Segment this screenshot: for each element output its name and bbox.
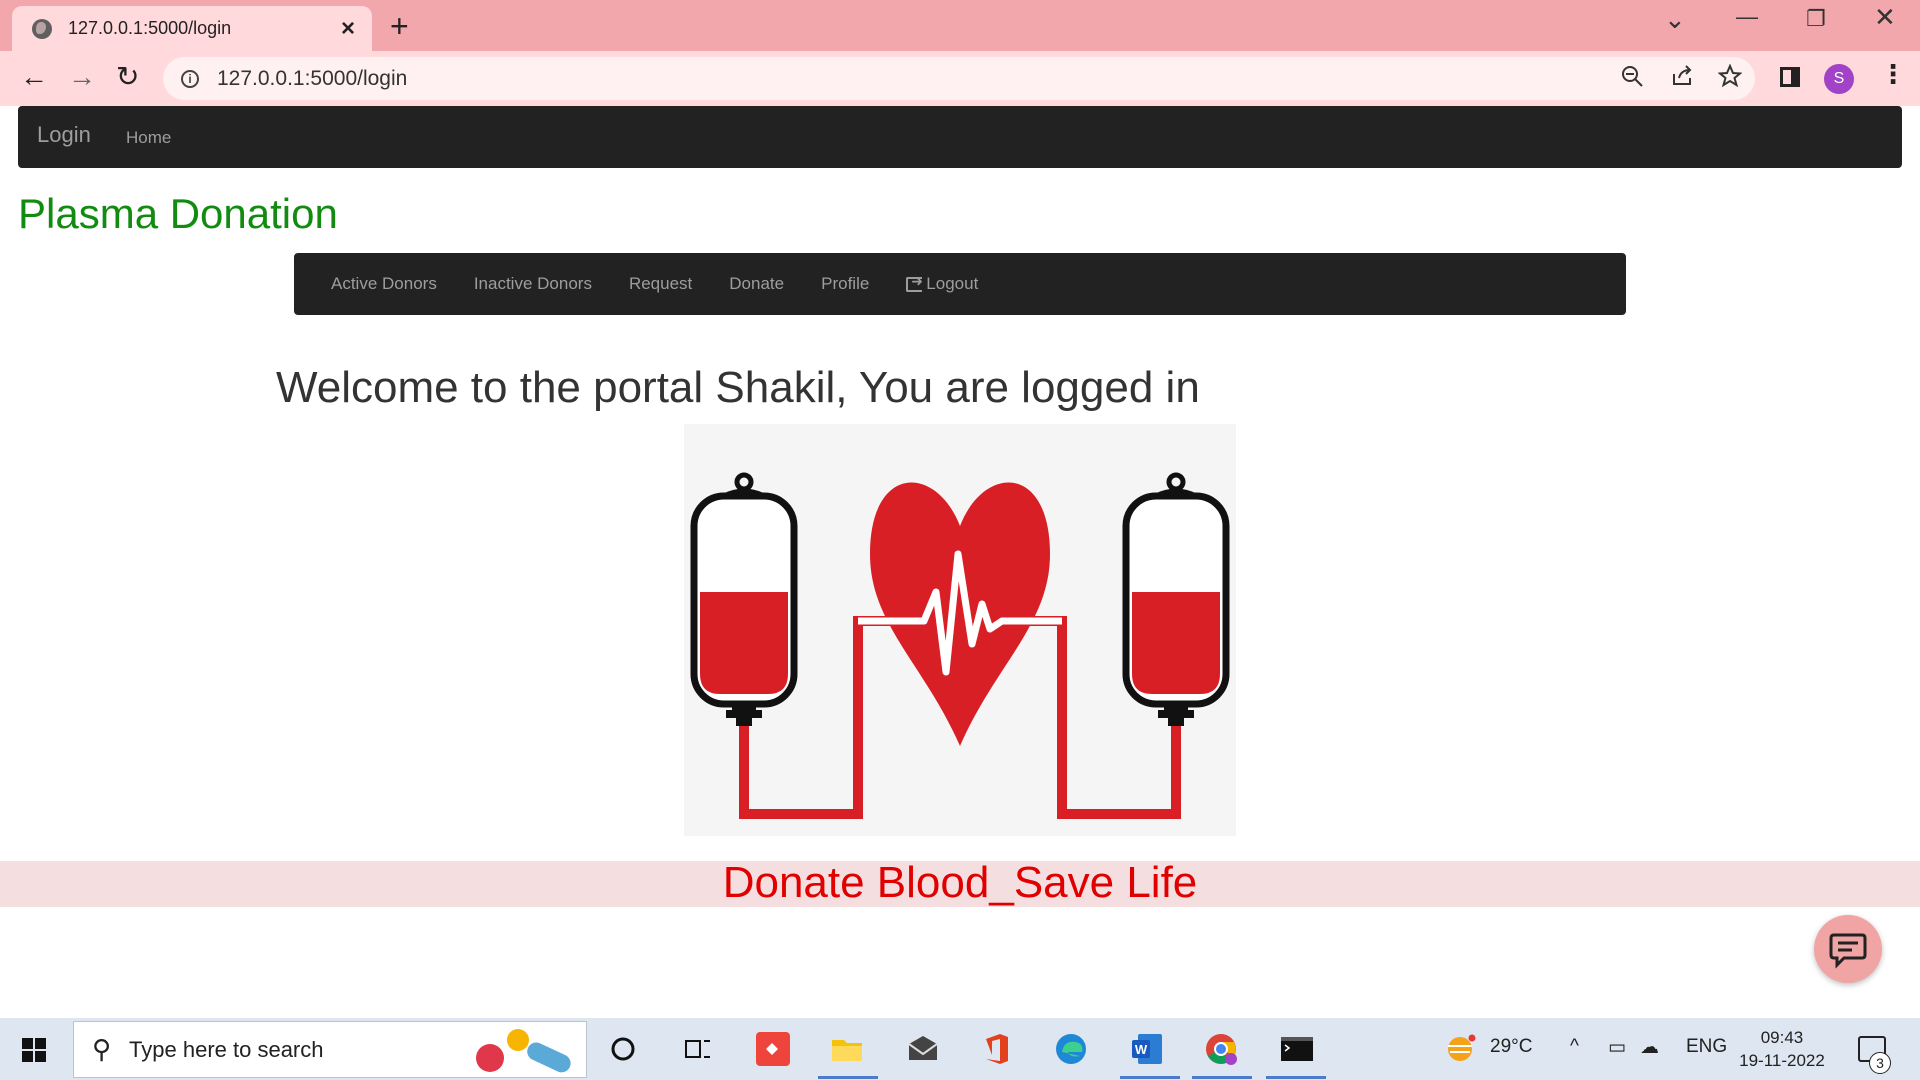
site-title: Plasma Donation	[18, 190, 338, 237]
chrome-active-indicator	[1192, 1076, 1252, 1079]
chrome-icon[interactable]	[1204, 1032, 1238, 1066]
network-icon[interactable]: ☁	[1640, 1036, 1659, 1059]
file-explorer-icon[interactable]	[830, 1032, 864, 1066]
svg-text:W: W	[1135, 1042, 1148, 1057]
tab-search-icon[interactable]: ⌄	[1664, 4, 1686, 35]
anydesk-icon[interactable]	[756, 1032, 790, 1066]
weather-sun-icon[interactable]	[1444, 1032, 1478, 1066]
search-highlight-icon	[476, 1029, 571, 1073]
address-bar[interactable]: i 127.0.0.1:5000/login	[163, 57, 1755, 100]
menu-donate[interactable]: Donate	[729, 274, 784, 294]
chat-icon	[1829, 933, 1867, 969]
browser-menu-icon[interactable]: ⋮	[1880, 61, 1906, 87]
restore-button[interactable]: ❐	[1806, 6, 1826, 32]
clock-date: 19-11-2022	[1739, 1051, 1825, 1070]
welcome-message: Welcome to the portal Shakil, You are lo…	[276, 363, 1200, 412]
terminal-active-indicator	[1266, 1076, 1326, 1079]
zoom-icon[interactable]	[1620, 64, 1644, 88]
taskbar-search[interactable]: ⚲ Type here to search	[73, 1021, 587, 1078]
windows-taskbar: ⚲ Type here to search W 29°C ^ ▭ ☁ ENG 0…	[0, 1018, 1920, 1080]
logout-icon	[906, 273, 923, 292]
slogan-text: Donate Blood_Save Life	[722, 858, 1198, 907]
notification-badge: 3	[1869, 1052, 1891, 1074]
browser-tab-active[interactable]: 127.0.0.1:5000/login ×	[12, 6, 372, 51]
reload-button[interactable]: ↻	[116, 63, 139, 91]
page-viewport: Login Home Plasma Donation Active Donors…	[0, 106, 1920, 1018]
search-icon: ⚲	[92, 1034, 112, 1064]
edge-icon[interactable]	[1054, 1032, 1088, 1066]
menu-logout[interactable]: Logout	[906, 273, 979, 294]
bookmark-star-icon[interactable]	[1718, 64, 1742, 88]
menu-request[interactable]: Request	[629, 274, 692, 294]
mail-icon[interactable]	[906, 1032, 940, 1066]
taskbar-clock[interactable]: 09:43 19-11-2022	[1736, 1026, 1828, 1072]
explorer-active-indicator	[818, 1076, 878, 1079]
side-panel-icon[interactable]	[1780, 67, 1800, 87]
clock-time: 09:43	[1760, 1028, 1804, 1047]
nav-home-link[interactable]: Home	[126, 128, 171, 148]
menu-active-donors[interactable]: Active Donors	[331, 274, 437, 294]
site-info-icon[interactable]: i	[181, 69, 199, 88]
meet-now-icon[interactable]: ▭	[1608, 1036, 1626, 1059]
terminal-icon[interactable]	[1280, 1032, 1314, 1066]
language-indicator[interactable]: ENG	[1686, 1036, 1727, 1058]
weather-temperature[interactable]: 29°C	[1490, 1036, 1532, 1058]
windows-start-icon[interactable]	[22, 1038, 46, 1062]
back-button[interactable]: ←	[20, 63, 48, 91]
word-icon[interactable]: W	[1130, 1032, 1164, 1066]
top-navbar: Login Home	[18, 106, 1902, 168]
new-tab-button[interactable]: +	[390, 10, 409, 42]
address-url[interactable]: 127.0.0.1:5000/login	[217, 67, 407, 91]
tray-chevron-icon[interactable]: ^	[1570, 1036, 1579, 1058]
office-icon[interactable]	[980, 1032, 1014, 1066]
word-active-indicator	[1120, 1076, 1180, 1079]
close-tab-icon[interactable]: ×	[336, 16, 360, 41]
menu-profile[interactable]: Profile	[821, 274, 869, 294]
share-icon[interactable]	[1670, 64, 1694, 88]
cortana-icon[interactable]	[606, 1032, 640, 1066]
minimize-button[interactable]: —	[1736, 4, 1758, 30]
forward-button[interactable]: →	[68, 63, 96, 91]
left-blood-bag-icon	[690, 472, 798, 726]
tab-title: 127.0.0.1:5000/login	[68, 18, 232, 38]
menu-logout-label: Logout	[926, 274, 979, 293]
taskbar-search-placeholder: Type here to search	[129, 1036, 324, 1062]
blood-donation-illustration	[684, 424, 1236, 836]
browser-toolbar: ← → ↻ i 127.0.0.1:5000/login S ⋮	[0, 51, 1920, 106]
menu-inactive-donors[interactable]: Inactive Donors	[474, 274, 592, 294]
right-blood-bag-icon	[1122, 472, 1230, 726]
task-view-icon[interactable]	[680, 1032, 714, 1066]
chat-button[interactable]	[1814, 915, 1882, 983]
globe-icon	[32, 18, 52, 39]
main-menu: Active Donors Inactive Donors Request Do…	[294, 253, 1626, 315]
browser-tab-strip: 127.0.0.1:5000/login × + ⌄ — ❐ ✕	[0, 0, 1920, 51]
navbar-brand[interactable]: Login	[37, 122, 91, 148]
profile-avatar[interactable]: S	[1824, 64, 1854, 94]
close-window-button[interactable]: ✕	[1874, 2, 1896, 33]
